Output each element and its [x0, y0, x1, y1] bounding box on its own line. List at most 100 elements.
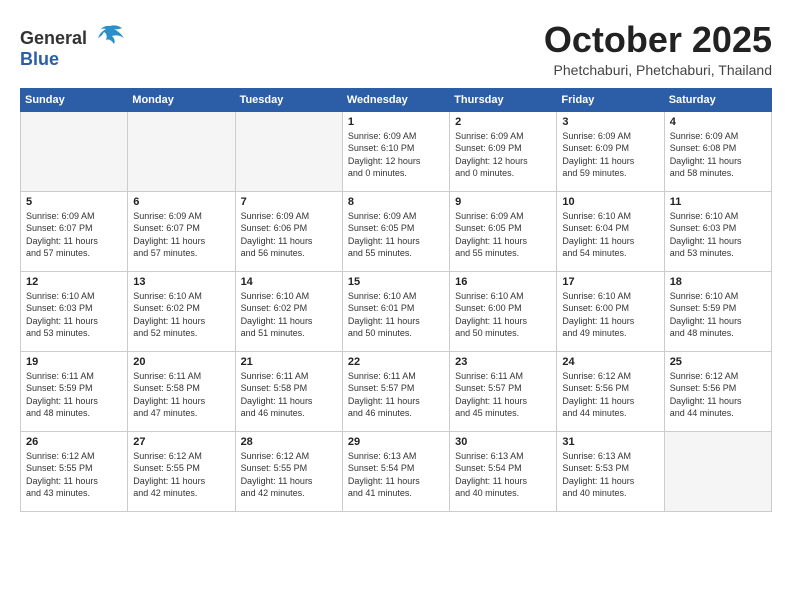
day-number: 20 — [133, 356, 229, 368]
day-number: 27 — [133, 436, 229, 448]
calendar-day: 26 Sunrise: 6:12 AM Sunset: 5:55 PM Dayli… — [21, 431, 128, 511]
calendar-day: 30 Sunrise: 6:13 AM Sunset: 5:54 PM Dayli… — [450, 431, 557, 511]
calendar-day: 17Sunrise: 6:10 AM Sunset: 6:00 PM Dayli… — [557, 271, 664, 351]
calendar-day — [235, 111, 342, 191]
calendar-day: 4Sunrise: 6:09 AM Sunset: 6:08 PM Daylig… — [664, 111, 771, 191]
day-number: 5 — [26, 196, 122, 208]
calendar-day: 22Sunrise: 6:11 AM Sunset: 5:57 PM Dayli… — [342, 351, 449, 431]
logo-general: General — [20, 28, 87, 48]
calendar-day — [664, 431, 771, 511]
calendar-week-2: 5 Sunrise: 6:09 AM Sunset: 6:07 PM Daylig… — [21, 191, 772, 271]
day-number: 26 — [26, 436, 122, 448]
day-info: Sunrise: 6:10 AM Sunset: 6:02 PM Dayligh… — [241, 290, 337, 340]
day-number: 9 — [455, 196, 551, 208]
calendar-week-5: 26 Sunrise: 6:12 AM Sunset: 5:55 PM Dayli… — [21, 431, 772, 511]
calendar-day: 25 Sunrise: 6:12 AM Sunset: 5:56 PM Dayli… — [664, 351, 771, 431]
day-info: Sunrise: 6:11 AM Sunset: 5:57 PM Dayligh… — [348, 370, 444, 420]
day-number: 7 — [241, 196, 337, 208]
calendar-day: 8Sunrise: 6:09 AM Sunset: 6:05 PM Daylig… — [342, 191, 449, 271]
calendar-day: 16 Sunrise: 6:10 AM Sunset: 6:00 PM Dayli… — [450, 271, 557, 351]
calendar-day: 3Sunrise: 6:09 AM Sunset: 6:09 PM Daylig… — [557, 111, 664, 191]
day-info: Sunrise: 6:10 AM Sunset: 6:00 PM Dayligh… — [455, 290, 551, 340]
calendar-day: 19Sunrise: 6:11 AM Sunset: 5:59 PM Dayli… — [21, 351, 128, 431]
day-info: Sunrise: 6:13 AM Sunset: 5:54 PM Dayligh… — [455, 450, 551, 500]
calendar-day: 23 Sunrise: 6:11 AM Sunset: 5:57 PM Dayli… — [450, 351, 557, 431]
day-info: Sunrise: 6:11 AM Sunset: 5:59 PM Dayligh… — [26, 370, 122, 420]
calendar-day: 5 Sunrise: 6:09 AM Sunset: 6:07 PM Daylig… — [21, 191, 128, 271]
day-number: 12 — [26, 276, 122, 288]
page-container: General Blue October 2025 Phetchaburi, P… — [20, 20, 772, 512]
calendar-day: 9 Sunrise: 6:09 AM Sunset: 6:05 PM Daylig… — [450, 191, 557, 271]
day-number: 13 — [133, 276, 229, 288]
calendar-day: 24Sunrise: 6:12 AM Sunset: 5:56 PM Dayli… — [557, 351, 664, 431]
day-info: Sunrise: 6:09 AM Sunset: 6:07 PM Dayligh… — [133, 210, 229, 260]
calendar-day: 13Sunrise: 6:10 AM Sunset: 6:02 PM Dayli… — [128, 271, 235, 351]
calendar-table: Sunday Monday Tuesday Wednesday Thursday… — [20, 88, 772, 512]
calendar-day: 21Sunrise: 6:11 AM Sunset: 5:58 PM Dayli… — [235, 351, 342, 431]
day-info: Sunrise: 6:09 AM Sunset: 6:05 PM Dayligh… — [348, 210, 444, 260]
month-title: October 2025 — [544, 20, 772, 60]
day-info: Sunrise: 6:09 AM Sunset: 6:06 PM Dayligh… — [241, 210, 337, 260]
calendar-day: 14 Sunrise: 6:10 AM Sunset: 6:02 PM Dayli… — [235, 271, 342, 351]
day-info: Sunrise: 6:09 AM Sunset: 6:05 PM Dayligh… — [455, 210, 551, 260]
col-thursday: Thursday — [450, 88, 557, 111]
calendar-day: 15 Sunrise: 6:10 AM Sunset: 6:01 PM Dayli… — [342, 271, 449, 351]
col-friday: Friday — [557, 88, 664, 111]
day-number: 18 — [670, 276, 766, 288]
calendar-day: 28Sunrise: 6:12 AM Sunset: 5:55 PM Dayli… — [235, 431, 342, 511]
day-info: Sunrise: 6:09 AM Sunset: 6:07 PM Dayligh… — [26, 210, 122, 260]
day-number: 14 — [241, 276, 337, 288]
day-number: 16 — [455, 276, 551, 288]
day-info: Sunrise: 6:12 AM Sunset: 5:55 PM Dayligh… — [133, 450, 229, 500]
day-number: 23 — [455, 356, 551, 368]
calendar-header-row: Sunday Monday Tuesday Wednesday Thursday… — [21, 88, 772, 111]
day-number: 29 — [348, 436, 444, 448]
day-number: 15 — [348, 276, 444, 288]
day-number: 4 — [670, 116, 766, 128]
day-number: 10 — [562, 196, 658, 208]
calendar-day: 2Sunrise: 6:09 AM Sunset: 6:09 PM Daylig… — [450, 111, 557, 191]
col-monday: Monday — [128, 88, 235, 111]
calendar-day: 27 Sunrise: 6:12 AM Sunset: 5:55 PM Dayli… — [128, 431, 235, 511]
day-number: 21 — [241, 356, 337, 368]
day-info: Sunrise: 6:13 AM Sunset: 5:54 PM Dayligh… — [348, 450, 444, 500]
day-number: 30 — [455, 436, 551, 448]
day-number: 31 — [562, 436, 658, 448]
logo-blue: Blue — [20, 49, 59, 69]
title-block: October 2025 Phetchaburi, Phetchaburi, T… — [544, 20, 772, 78]
calendar-day: 10 Sunrise: 6:10 AM Sunset: 6:04 PM Dayli… — [557, 191, 664, 271]
day-info: Sunrise: 6:10 AM Sunset: 6:00 PM Dayligh… — [562, 290, 658, 340]
day-number: 2 — [455, 116, 551, 128]
calendar-day — [21, 111, 128, 191]
day-number: 25 — [670, 356, 766, 368]
day-info: Sunrise: 6:12 AM Sunset: 5:56 PM Dayligh… — [562, 370, 658, 420]
calendar-day: 31Sunrise: 6:13 AM Sunset: 5:53 PM Dayli… — [557, 431, 664, 511]
col-tuesday: Tuesday — [235, 88, 342, 111]
calendar-day: 11 Sunrise: 6:10 AM Sunset: 6:03 PM Dayli… — [664, 191, 771, 271]
day-info: Sunrise: 6:09 AM Sunset: 6:10 PM Dayligh… — [348, 130, 444, 180]
day-info: Sunrise: 6:11 AM Sunset: 5:58 PM Dayligh… — [133, 370, 229, 420]
day-number: 28 — [241, 436, 337, 448]
header: General Blue October 2025 Phetchaburi, P… — [20, 20, 772, 78]
calendar-week-3: 12 Sunrise: 6:10 AM Sunset: 6:03 PM Dayli… — [21, 271, 772, 351]
calendar-day: 1Sunrise: 6:09 AM Sunset: 6:10 PM Daylig… — [342, 111, 449, 191]
day-info: Sunrise: 6:10 AM Sunset: 6:03 PM Dayligh… — [26, 290, 122, 340]
day-info: Sunrise: 6:10 AM Sunset: 6:01 PM Dayligh… — [348, 290, 444, 340]
day-info: Sunrise: 6:10 AM Sunset: 6:04 PM Dayligh… — [562, 210, 658, 260]
day-number: 11 — [670, 196, 766, 208]
day-info: Sunrise: 6:12 AM Sunset: 5:56 PM Dayligh… — [670, 370, 766, 420]
calendar-day: 12 Sunrise: 6:10 AM Sunset: 6:03 PM Dayli… — [21, 271, 128, 351]
day-info: Sunrise: 6:11 AM Sunset: 5:57 PM Dayligh… — [455, 370, 551, 420]
day-number: 6 — [133, 196, 229, 208]
logo-bird-icon — [94, 24, 126, 44]
day-info: Sunrise: 6:12 AM Sunset: 5:55 PM Dayligh… — [26, 450, 122, 500]
calendar-week-1: 1Sunrise: 6:09 AM Sunset: 6:10 PM Daylig… — [21, 111, 772, 191]
calendar-day: 7 Sunrise: 6:09 AM Sunset: 6:06 PM Daylig… — [235, 191, 342, 271]
col-wednesday: Wednesday — [342, 88, 449, 111]
calendar-day: 6 Sunrise: 6:09 AM Sunset: 6:07 PM Daylig… — [128, 191, 235, 271]
calendar-day: 18 Sunrise: 6:10 AM Sunset: 5:59 PM Dayli… — [664, 271, 771, 351]
logo-text: General — [20, 24, 126, 49]
day-info: Sunrise: 6:10 AM Sunset: 5:59 PM Dayligh… — [670, 290, 766, 340]
day-info: Sunrise: 6:10 AM Sunset: 6:03 PM Dayligh… — [670, 210, 766, 260]
logo: General Blue — [20, 24, 126, 70]
